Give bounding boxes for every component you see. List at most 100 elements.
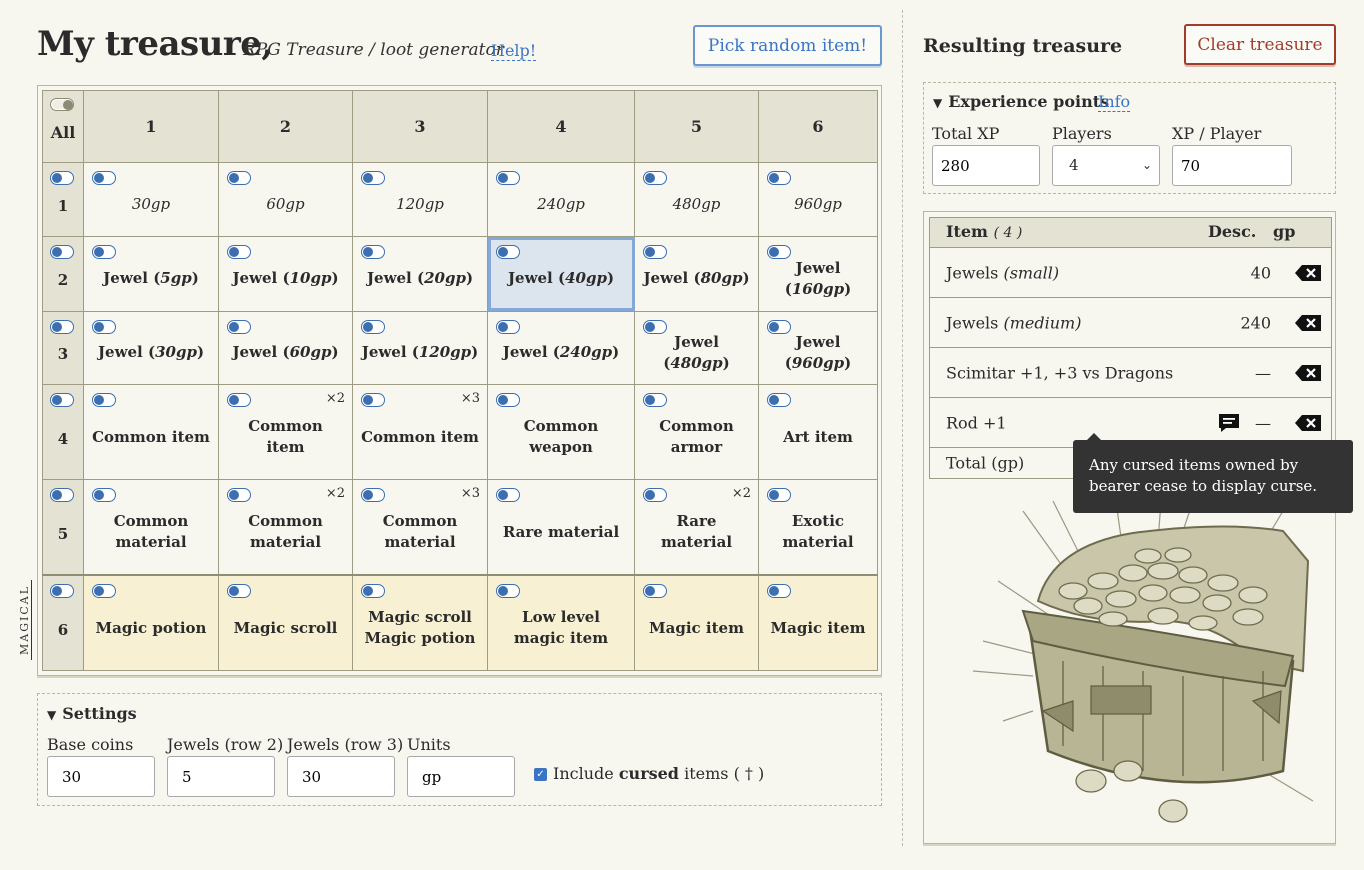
grid-cell-r1-c1[interactable]: 30gp: [83, 161, 219, 238]
cell-toggle-switch[interactable]: [92, 584, 116, 599]
grid-cell-r4-c2[interactable]: ×2 Common item: [218, 383, 353, 481]
experience-points-toggle[interactable]: ▼ Experience points: [933, 92, 1109, 111]
xp-info-link[interactable]: Info: [1098, 93, 1131, 112]
grid-cell-r2-c3[interactable]: Jewel (20gp): [352, 236, 488, 312]
grid-cell-r3-c6[interactable]: Jewel (960gp): [758, 310, 878, 385]
grid-cell-r3-c5[interactable]: Jewel (480gp): [634, 310, 759, 385]
cell-toggle-switch[interactable]: [767, 392, 791, 407]
cell-toggle-switch[interactable]: [767, 171, 791, 185]
grid-cell-r2-c6[interactable]: Jewel (160gp): [758, 236, 878, 312]
row-toggle-switch[interactable]: [50, 319, 74, 334]
row-toggle-switch[interactable]: [50, 488, 74, 503]
cell-toggle-switch[interactable]: [496, 245, 520, 260]
backspace-delete-icon[interactable]: [1294, 314, 1322, 332]
column-header-1[interactable]: 1: [83, 90, 219, 163]
grid-cell-r3-c4[interactable]: Jewel (240gp): [487, 310, 635, 385]
cell-toggle-switch[interactable]: [227, 171, 251, 185]
grid-cell-r6-c3[interactable]: Magic scroll Magic potion: [352, 574, 488, 672]
grid-cell-r1-c5[interactable]: 480gp: [634, 161, 759, 238]
grid-cell-r2-c5[interactable]: Jewel (80gp): [634, 236, 759, 312]
grid-cell-r6-c2[interactable]: Magic scroll: [218, 574, 353, 672]
grid-cell-r6-c6[interactable]: Magic item: [758, 574, 878, 672]
backspace-delete-icon[interactable]: [1294, 364, 1322, 382]
toggle-all-cell[interactable]: All: [42, 90, 84, 163]
cell-toggle-switch[interactable]: [643, 245, 667, 260]
grid-cell-r6-c5[interactable]: Magic item: [634, 574, 759, 672]
pick-random-item-button[interactable]: Pick random item!: [693, 25, 882, 66]
grid-cell-r3-c1[interactable]: Jewel (30gp): [83, 310, 219, 385]
column-header-4[interactable]: 4: [487, 90, 635, 163]
row-header-5[interactable]: 5: [42, 479, 84, 576]
grid-cell-r5-c4[interactable]: Rare material: [487, 479, 635, 576]
grid-cell-r4-c5[interactable]: Common armor: [634, 383, 759, 481]
cell-toggle-switch[interactable]: [227, 245, 251, 260]
grid-cell-r1-c3[interactable]: 120gp: [352, 161, 488, 238]
cell-toggle-switch[interactable]: [361, 584, 385, 599]
grid-cell-r1-c2[interactable]: 60gp: [218, 161, 353, 238]
cell-toggle-switch[interactable]: [643, 488, 667, 503]
total-xp-input[interactable]: [932, 145, 1040, 186]
grid-cell-r2-c1[interactable]: Jewel (5gp): [83, 236, 219, 312]
row-header-2[interactable]: 2: [42, 236, 84, 312]
row-toggle-switch[interactable]: [50, 584, 74, 599]
column-header-2[interactable]: 2: [218, 90, 353, 163]
help-link[interactable]: Help!: [491, 42, 537, 61]
grid-cell-r5-c1[interactable]: Common material: [83, 479, 219, 576]
xp-per-player-input[interactable]: [1172, 145, 1292, 186]
comment-icon[interactable]: [1218, 413, 1240, 433]
grid-cell-r2-c4[interactable]: Jewel (40gp): [487, 236, 635, 312]
column-header-6[interactable]: 6: [758, 90, 878, 163]
cell-toggle-switch[interactable]: [92, 488, 116, 503]
grid-cell-r4-c1[interactable]: Common item: [83, 383, 219, 481]
grid-cell-r1-c6[interactable]: 960gp: [758, 161, 878, 238]
row-header-3[interactable]: 3: [42, 310, 84, 385]
grid-cell-r2-c2[interactable]: Jewel (10gp): [218, 236, 353, 312]
include-cursed-checkbox[interactable]: ✓: [534, 768, 547, 781]
cell-toggle-switch[interactable]: [496, 392, 520, 407]
grid-cell-r1-c4[interactable]: 240gp: [487, 161, 635, 238]
cell-toggle-switch[interactable]: [227, 488, 251, 503]
row-header-4[interactable]: 4: [42, 383, 84, 481]
column-header-5[interactable]: 5: [634, 90, 759, 163]
cell-toggle-switch[interactable]: [643, 392, 667, 407]
cell-toggle-switch[interactable]: [767, 584, 791, 599]
row-header-6[interactable]: 6: [42, 574, 84, 672]
cell-toggle-switch[interactable]: [361, 392, 385, 407]
cell-toggle-switch[interactable]: [92, 319, 116, 334]
cell-toggle-switch[interactable]: [496, 584, 520, 599]
clear-treasure-button[interactable]: Clear treasure: [1184, 24, 1336, 65]
cell-toggle-switch[interactable]: [92, 245, 116, 260]
cell-toggle-switch[interactable]: [767, 319, 791, 334]
cell-toggle-switch[interactable]: [643, 171, 667, 185]
cell-toggle-switch[interactable]: [92, 171, 116, 185]
cell-toggle-switch[interactable]: [361, 319, 385, 334]
row-header-1[interactable]: 1: [42, 161, 84, 238]
cell-toggle-switch[interactable]: [361, 245, 385, 260]
cell-toggle-switch[interactable]: [92, 392, 116, 407]
cell-toggle-switch[interactable]: [361, 171, 385, 185]
cell-toggle-switch[interactable]: [361, 488, 385, 503]
grid-cell-r5-c3[interactable]: ×3 Common material: [352, 479, 488, 576]
cell-toggle-switch[interactable]: [227, 392, 251, 407]
cell-toggle-switch[interactable]: [643, 584, 667, 599]
cell-toggle-switch[interactable]: [227, 319, 251, 334]
grid-cell-r6-c4[interactable]: Low level magic item: [487, 574, 635, 672]
grid-cell-r4-c6[interactable]: Art item: [758, 383, 878, 481]
cell-toggle-switch[interactable]: [767, 488, 791, 503]
units-input[interactable]: [407, 756, 515, 797]
grid-cell-r5-c2[interactable]: ×2 Common material: [218, 479, 353, 576]
grid-cell-r3-c3[interactable]: Jewel (120gp): [352, 310, 488, 385]
row-toggle-switch[interactable]: [50, 245, 74, 260]
grid-cell-r5-c6[interactable]: Exotic material: [758, 479, 878, 576]
cell-toggle-switch[interactable]: [767, 245, 791, 260]
base-coins-input[interactable]: [47, 756, 155, 797]
toggle-all-switch[interactable]: [50, 98, 74, 111]
column-header-3[interactable]: 3: [352, 90, 488, 163]
cell-toggle-switch[interactable]: [496, 488, 520, 503]
cell-toggle-switch[interactable]: [643, 319, 667, 334]
grid-cell-r6-c1[interactable]: Magic potion: [83, 574, 219, 672]
row-toggle-switch[interactable]: [50, 171, 74, 185]
cell-toggle-switch[interactable]: [227, 584, 251, 599]
grid-cell-r5-c5[interactable]: ×2 Rare material: [634, 479, 759, 576]
backspace-delete-icon[interactable]: [1294, 264, 1322, 282]
